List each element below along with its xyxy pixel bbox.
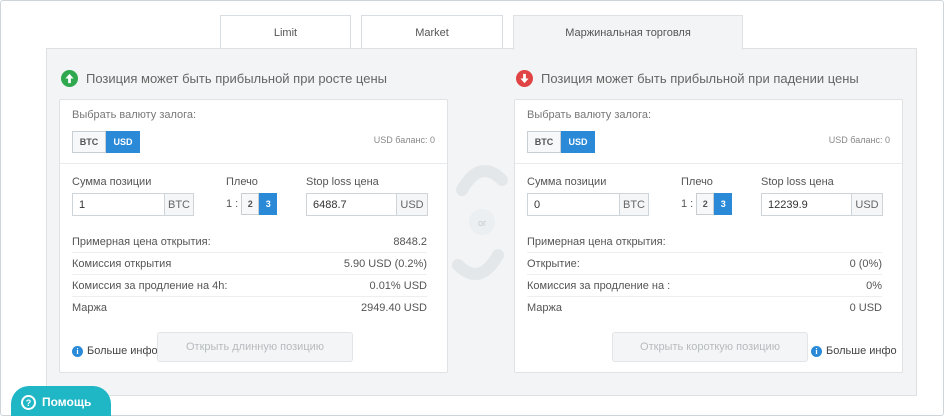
short-leverage-prefix: 1 : <box>681 198 694 210</box>
row-value: 0 USD <box>849 302 882 314</box>
short-stoploss-unit: USD <box>852 193 883 216</box>
long-stoploss-group: 6488.7 USD <box>306 193 428 216</box>
row-value: 8848.2 <box>393 235 427 248</box>
short-row-margin: Маржа 0 USD <box>527 297 882 319</box>
swap-icon: or <box>450 150 510 295</box>
long-currency-usd-button[interactable]: USD <box>106 131 140 153</box>
short-row-open-price: Примерная цена открытия: <box>527 231 882 253</box>
long-leverage-2-button[interactable]: 2 <box>241 193 260 215</box>
row-label: Маржа <box>527 302 562 314</box>
long-currency-btc-button[interactable]: BTC <box>72 131 106 153</box>
short-collateral-section: Выбрать валюту залога: BTC USD USD балан… <box>515 100 902 164</box>
short-leverage-group: 1 : 2 3 <box>681 193 733 215</box>
row-label: Маржа <box>72 302 107 314</box>
short-stoploss-label: Stop loss цена <box>761 176 834 188</box>
long-title: Позиция может быть прибыльной при росте … <box>86 70 387 86</box>
long-leverage-group: 1 : 2 3 <box>226 193 278 215</box>
long-row-open-price: Примерная цена открытия: 8848.2 <box>72 231 427 253</box>
row-label: Открытие: <box>527 257 580 270</box>
long-position-group: 1 BTC <box>72 193 194 216</box>
long-more-info-link[interactable]: i Больше инфо <box>72 345 158 357</box>
short-currency-toggle: BTC USD <box>527 131 595 153</box>
short-more-info-link[interactable]: i Больше инфо <box>811 345 897 357</box>
short-leverage-label: Плечо <box>681 176 713 188</box>
open-short-button[interactable]: Открыть короткую позицию <box>612 332 808 362</box>
long-leverage-prefix: 1 : <box>226 198 239 210</box>
short-leverage-2-button[interactable]: 2 <box>696 193 715 215</box>
short-leverage-3-button[interactable]: 3 <box>714 193 733 215</box>
long-position-input[interactable]: 1 <box>72 193 165 216</box>
short-position-label: Сумма позиции <box>527 176 607 188</box>
long-collateral-section: Выбрать валюту залога: BTC USD USD балан… <box>60 100 447 164</box>
info-icon: i <box>811 345 822 357</box>
row-value: 0.01% USD <box>369 279 427 292</box>
row-label: Комиссия за продление на : <box>527 279 671 292</box>
row-label: Комиссия за продление на 4h: <box>72 279 228 292</box>
tab-limit[interactable]: Limit <box>220 15 351 49</box>
long-stoploss-input[interactable]: 6488.7 <box>306 193 397 216</box>
long-usd-balance: USD баланс: 0 <box>373 135 435 145</box>
swap-label: or <box>478 218 486 228</box>
row-label: Примерная цена открытия: <box>72 235 211 248</box>
question-icon: ? <box>21 395 36 410</box>
short-card: Выбрать валюту залога: BTC USD USD балан… <box>514 99 903 373</box>
long-currency-toggle: BTC USD <box>72 131 140 153</box>
short-title: Позиция может быть прибыльной при падени… <box>541 70 859 86</box>
long-card: Выбрать валюту залога: BTC USD USD балан… <box>59 99 448 373</box>
tab-market[interactable]: Market <box>361 15 503 49</box>
long-title-row: Позиция может быть прибыльной при росте … <box>61 68 387 88</box>
short-row-rollover-fee: Комиссия за продление на : 0% <box>527 275 882 297</box>
short-collateral-label: Выбрать валюту залога: <box>527 109 652 121</box>
help-button[interactable]: ? Помощь <box>11 386 111 416</box>
row-label: Примерная цена открытия: <box>527 235 666 248</box>
long-stoploss-label: Stop loss цена <box>306 176 379 188</box>
long-stoploss-unit: USD <box>397 193 428 216</box>
tab-margin-trading[interactable]: Маржинальная торговля <box>513 15 743 50</box>
long-position-label: Сумма позиции <box>72 176 152 188</box>
info-icon: i <box>72 345 83 357</box>
long-collateral-label: Выбрать валюту залога: <box>72 109 197 121</box>
arrow-down-icon <box>516 69 533 87</box>
short-stoploss-group: 12239.9 USD <box>761 193 883 216</box>
row-label: Комиссия открытия <box>72 257 172 270</box>
help-label: Помощь <box>42 395 92 409</box>
long-leverage-3-button[interactable]: 3 <box>259 193 278 215</box>
short-currency-btc-button[interactable]: BTC <box>527 131 561 153</box>
short-title-row: Позиция может быть прибыльной при падени… <box>516 68 859 88</box>
short-more-info-label: Больше инфо <box>826 345 897 357</box>
long-leverage-label: Плечо <box>226 176 258 188</box>
long-row-rollover-fee: Комиссия за продление на 4h: 0.01% USD <box>72 275 427 297</box>
long-more-info-label: Больше инфо <box>87 345 158 357</box>
short-stoploss-input[interactable]: 12239.9 <box>761 193 852 216</box>
short-position-group: 0 BTC <box>527 193 649 216</box>
long-row-open-fee: Комиссия открытия 5.90 USD (0.2%) <box>72 253 427 275</box>
short-position-input[interactable]: 0 <box>527 193 620 216</box>
short-position-unit: BTC <box>620 193 649 216</box>
row-value: 0% <box>866 279 882 292</box>
row-value: 2949.40 USD <box>360 302 427 314</box>
long-row-margin: Маржа 2949.40 USD <box>72 297 427 319</box>
row-value: 5.90 USD (0.2%) <box>343 257 427 270</box>
long-position-unit: BTC <box>165 193 194 216</box>
open-long-button[interactable]: Открыть длинную позицию <box>157 332 353 362</box>
short-usd-balance: USD баланс: 0 <box>828 135 890 145</box>
short-currency-usd-button[interactable]: USD <box>561 131 595 153</box>
arrow-up-icon <box>61 69 78 87</box>
row-value: 0 (0%) <box>849 257 882 270</box>
short-row-open: Открытие: 0 (0%) <box>527 253 882 275</box>
